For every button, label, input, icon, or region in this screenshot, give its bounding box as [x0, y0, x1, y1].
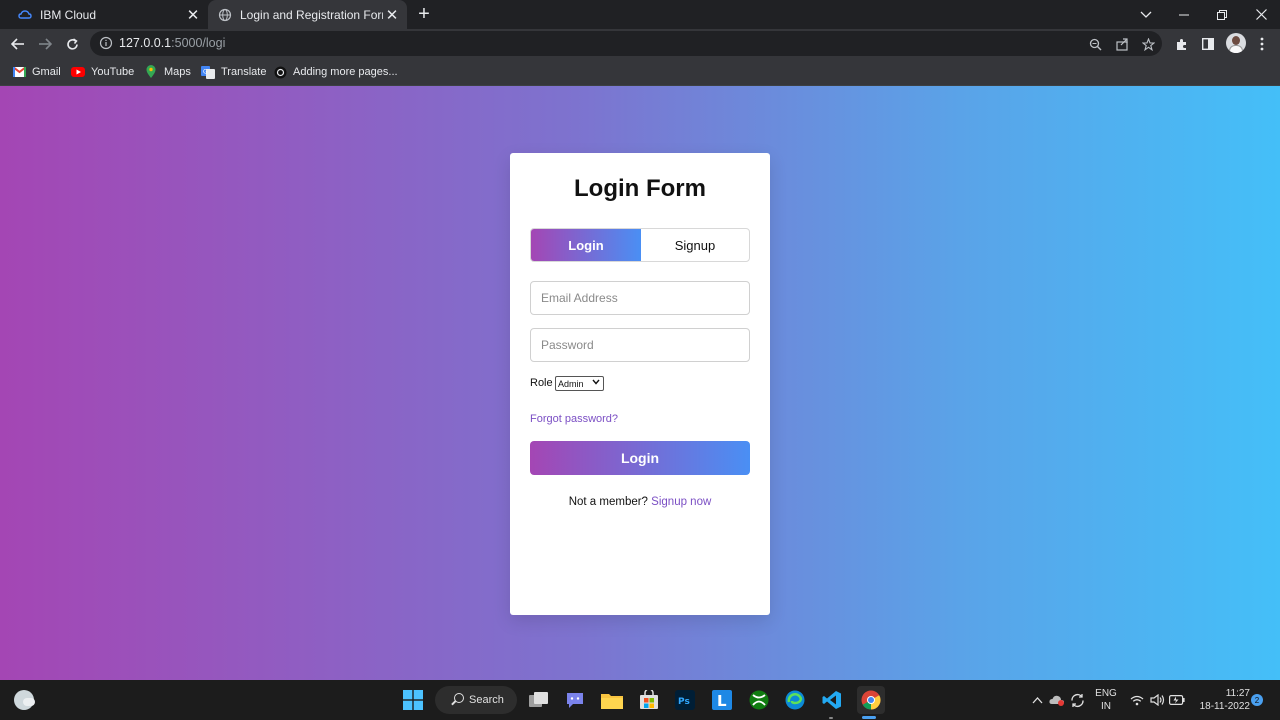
tab-title: IBM Cloud — [40, 7, 97, 22]
volume-icon[interactable] — [1149, 688, 1165, 712]
browser-tab-strip: IBM Cloud ✕ Login and Registration Form … — [0, 0, 1280, 29]
tab-login-registration[interactable]: Login and Registration Form ✕ — [208, 0, 407, 29]
microsoft-store-icon[interactable] — [637, 688, 661, 712]
page-title: Login Form — [574, 175, 706, 202]
page-background: Login Form Login Signup Role Admin Forgo… — [0, 86, 1280, 680]
login-card: Login Form Login Signup Role Admin Forgo… — [510, 153, 770, 615]
zoom-icon[interactable] — [1085, 34, 1105, 54]
globe-icon — [218, 8, 232, 22]
extensions-puzzle-icon[interactable] — [1170, 33, 1192, 55]
close-window-icon[interactable] — [1242, 0, 1280, 29]
signup-prompt: Not a member? Signup now — [510, 496, 770, 508]
bookmark-gmail[interactable]: Gmail — [12, 64, 61, 80]
taskbar-search[interactable]: Search — [435, 686, 517, 714]
close-tab-icon[interactable]: ✕ — [184, 6, 202, 24]
bookmarks-bar: Gmail YouTube Maps G Translate Adding mo… — [0, 58, 1280, 86]
language-indicator[interactable]: ENG IN — [1094, 687, 1118, 713]
not-member-text: Not a member? — [568, 496, 648, 508]
sync-icon[interactable] — [1069, 688, 1085, 712]
running-indicator — [829, 717, 833, 719]
clock-time: 11:27 — [1225, 688, 1250, 699]
l-app-icon[interactable]: L — [710, 688, 734, 712]
bookmark-adding-more-pages[interactable]: Adding more pages... — [273, 64, 398, 80]
role-select-value: Admin — [558, 378, 584, 389]
active-app-indicator — [862, 716, 876, 719]
login-signup-toggle: Login Signup — [530, 228, 750, 262]
github-icon — [273, 65, 287, 79]
tab-ibm-cloud[interactable]: IBM Cloud ✕ — [8, 0, 208, 29]
ibm-cloud-icon — [18, 8, 32, 22]
search-icon — [454, 693, 464, 703]
svg-text:L: L — [717, 692, 727, 710]
browser-toolbar: 127.0.0.1:5000/logi — [0, 29, 1280, 58]
notification-badge[interactable]: 2 — [1251, 694, 1263, 706]
url-text: 127.0.0.1:5000/logi — [119, 36, 226, 50]
file-explorer-icon[interactable] — [600, 688, 624, 712]
password-field[interactable] — [530, 328, 750, 362]
role-select[interactable]: Admin — [555, 376, 604, 391]
tab-search-chevron-icon[interactable] — [1127, 0, 1165, 29]
back-arrow-icon[interactable] — [7, 33, 29, 55]
bookmark-star-icon[interactable] — [1138, 34, 1158, 54]
close-tab-icon[interactable]: ✕ — [383, 6, 401, 24]
maps-pin-icon — [144, 65, 158, 79]
wifi-icon[interactable] — [1130, 688, 1144, 712]
gmail-icon — [12, 65, 26, 79]
email-field[interactable] — [530, 281, 750, 315]
edge-icon[interactable] — [783, 688, 807, 712]
menu-kebab-icon[interactable] — [1251, 33, 1273, 55]
task-view-icon[interactable] — [527, 688, 551, 712]
chrome-icon[interactable] — [857, 686, 885, 714]
chevron-up-icon[interactable] — [1030, 688, 1044, 712]
new-tab-button[interactable]: + — [414, 4, 434, 24]
vscode-icon[interactable] — [820, 688, 844, 712]
share-icon[interactable] — [1112, 34, 1132, 54]
tab-login[interactable]: Login — [531, 229, 641, 261]
forgot-password-link[interactable]: Forgot password? — [530, 413, 618, 425]
bookmark-translate[interactable]: G Translate — [201, 64, 266, 80]
role-label: Role — [530, 377, 553, 389]
side-panel-icon[interactable] — [1197, 33, 1219, 55]
taskbar: Search Ps L ENG IN 11:27 18-11-2022 2 — [0, 680, 1280, 720]
address-bar[interactable]: 127.0.0.1:5000/logi — [90, 31, 1162, 56]
chevron-down-icon — [592, 377, 600, 387]
windows-start-icon[interactable] — [401, 688, 425, 712]
youtube-icon — [71, 65, 85, 79]
profile-avatar[interactable] — [1226, 33, 1246, 53]
reload-icon[interactable] — [61, 33, 83, 55]
translate-icon: G — [201, 65, 215, 79]
signup-now-link[interactable]: Signup now — [651, 496, 711, 508]
svg-text:Ps: Ps — [678, 697, 690, 707]
xbox-icon[interactable] — [747, 688, 771, 712]
minimize-icon[interactable] — [1165, 0, 1203, 29]
battery-icon[interactable] — [1169, 688, 1185, 712]
bookmark-maps[interactable]: Maps — [144, 64, 191, 80]
restore-icon[interactable] — [1203, 0, 1241, 29]
forward-arrow-icon[interactable] — [34, 33, 56, 55]
photoshop-icon[interactable]: Ps — [673, 688, 697, 712]
svg-text:G: G — [203, 68, 208, 75]
bookmark-youtube[interactable]: YouTube — [71, 64, 134, 80]
teams-chat-icon[interactable] — [563, 688, 587, 712]
system-clock[interactable]: 11:27 18-11-2022 — [1190, 687, 1250, 713]
login-submit-button[interactable]: Login — [530, 441, 750, 475]
site-info-icon[interactable] — [99, 36, 113, 50]
clock-date: 18-11-2022 — [1199, 701, 1250, 712]
tab-title: Login and Registration Form — [240, 7, 383, 22]
weather-icon[interactable] — [14, 690, 35, 710]
tab-signup[interactable]: Signup — [640, 229, 749, 261]
onedrive-icon[interactable] — [1049, 688, 1065, 712]
